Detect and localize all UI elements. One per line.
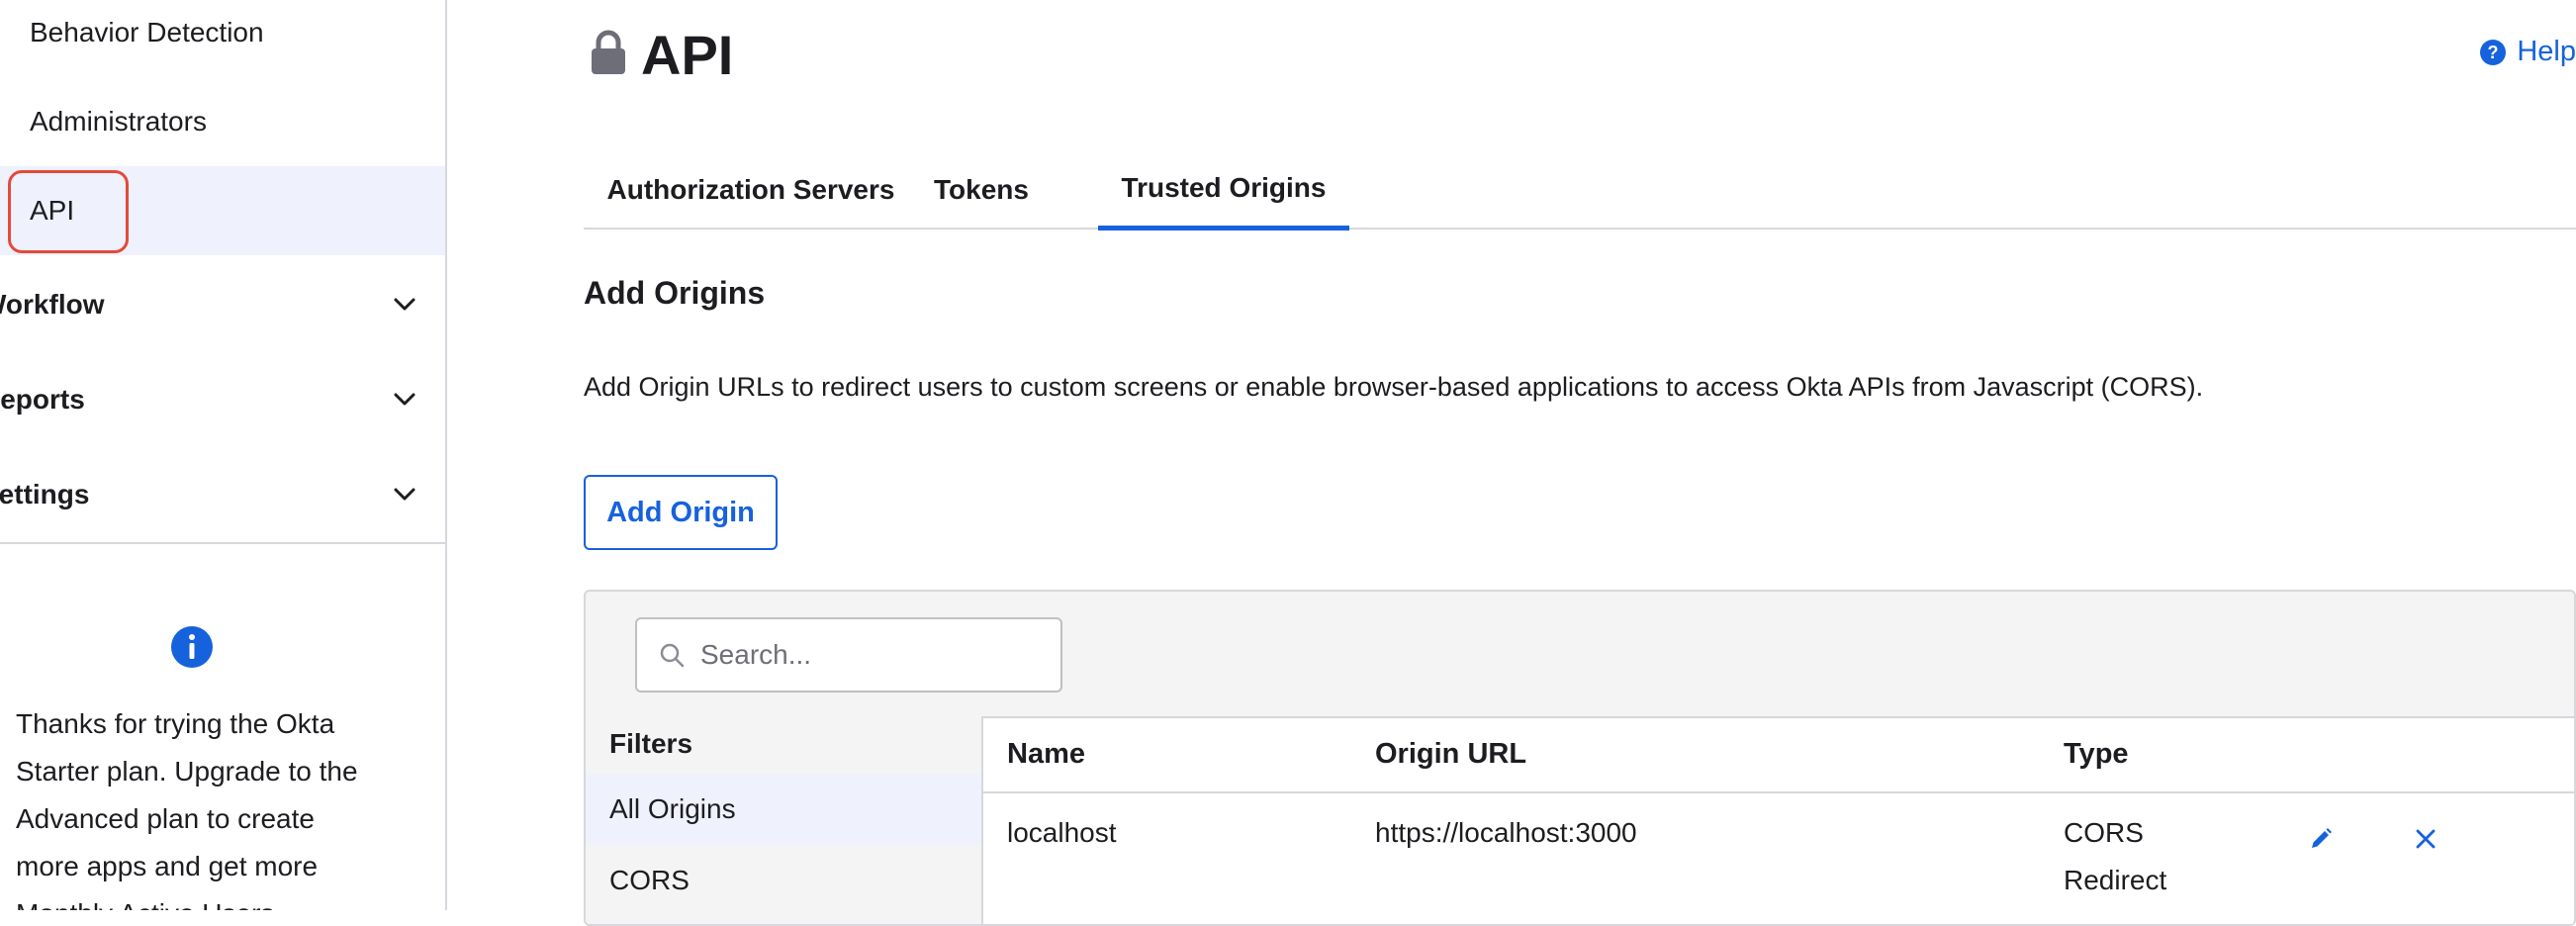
sidebar-group-label: Workflow [0, 289, 105, 320]
tab-bar: Authorization Servers Tokens Trusted Ori… [584, 150, 2576, 231]
sidebar-item-administrators[interactable]: Administrators [0, 77, 445, 166]
pencil-icon [2312, 828, 2332, 848]
main-content: API ? Help Authorization Servers Tokens … [447, 0, 2576, 926]
filters-panel: Filters All Origins CORS [586, 716, 981, 924]
search-icon [660, 643, 685, 668]
sidebar-item-label: Behavior Detection [30, 17, 264, 47]
sidebar-group-label: Reports [0, 384, 85, 415]
section-title: Add Origins [584, 275, 766, 311]
sidebar-item-api[interactable]: API [0, 166, 445, 255]
help-link[interactable]: ? Help [2479, 36, 2576, 68]
sidebar: Behavior Detection Administrators API Wo… [0, 0, 447, 910]
chevron-down-icon [394, 488, 415, 501]
sidebar-group-reports[interactable]: Reports [0, 370, 415, 429]
tab-authorization-servers[interactable]: Authorization Servers [584, 150, 918, 230]
origins-table: Name Origin URL Type localhost https://l… [981, 716, 2574, 924]
type-value: Redirect [2064, 865, 2167, 895]
close-icon [2416, 829, 2436, 849]
search-box[interactable] [635, 617, 1062, 693]
tab-tokens[interactable]: Tokens [918, 150, 1045, 230]
table-row: localhost https://localhost:3000 CORS Re… [983, 793, 2574, 924]
filters-title: Filters [609, 728, 693, 759]
column-header-origin-url[interactable]: Origin URL [1375, 738, 1526, 771]
cell-origin-url: https://localhost:3000 [1375, 817, 1637, 848]
help-label: Help [2517, 36, 2576, 67]
sidebar-item-behavior-detection[interactable]: Behavior Detection [0, 0, 445, 77]
sidebar-item-label: API [30, 195, 75, 226]
svg-text:?: ? [2488, 43, 2499, 62]
cell-type: CORS Redirect [2064, 809, 2166, 904]
lock-icon [592, 30, 625, 74]
page-title: API [641, 24, 734, 86]
upgrade-promo-text: Thanks for trying the Okta Starter plan.… [16, 708, 358, 910]
cell-name: localhost [1007, 817, 1117, 848]
tab-trusted-origins[interactable]: Trusted Origins [1098, 150, 1349, 231]
edit-button[interactable] [2303, 821, 2339, 857]
chevron-down-icon [394, 393, 415, 406]
section-description: Add Origin URLs to redirect users to cus… [584, 372, 2204, 402]
sidebar-group-settings[interactable]: Settings [0, 465, 415, 524]
sidebar-divider [0, 542, 445, 544]
chevron-down-icon [394, 298, 415, 311]
add-origin-button[interactable]: Add Origin [584, 475, 778, 550]
search-input[interactable] [698, 638, 1055, 672]
help-circle-icon: ? [2480, 39, 2507, 65]
sidebar-group-workflow[interactable]: Workflow [0, 275, 415, 334]
type-value: CORS [2064, 817, 2144, 848]
sidebar-item-label: Administrators [30, 106, 207, 137]
column-header-name[interactable]: Name [1007, 738, 1085, 771]
sidebar-group-label: Settings [0, 479, 90, 509]
info-icon [171, 626, 213, 668]
column-header-type[interactable]: Type [2064, 738, 2129, 771]
delete-button[interactable] [2408, 821, 2443, 857]
filter-all-origins[interactable]: All Origins [586, 774, 981, 845]
filter-cors[interactable]: CORS [586, 845, 981, 916]
origins-panel: Filters All Origins CORS Name Origin URL… [584, 590, 2576, 926]
